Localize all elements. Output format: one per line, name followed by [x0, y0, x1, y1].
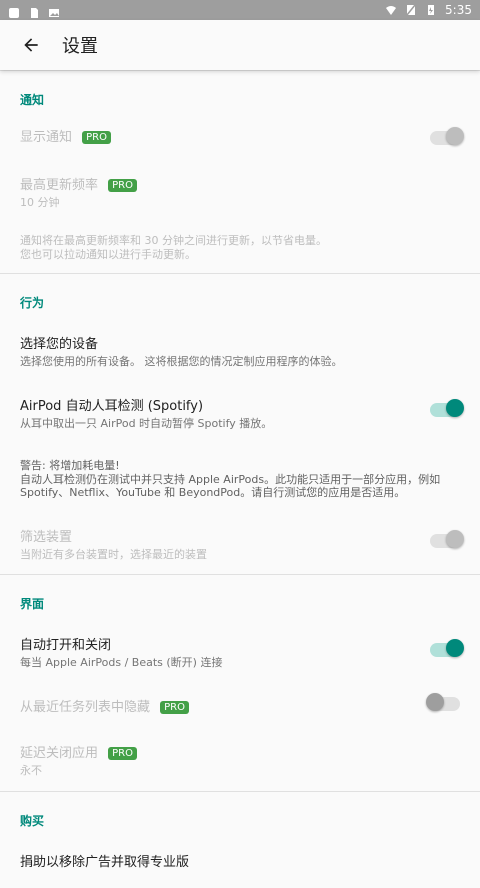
auto-open-close-title: 自动打开和关闭: [20, 637, 112, 653]
filter-device-title: 筛选装置: [20, 530, 73, 545]
section-purchase: 购买 捐助以移除广告并取得专业版: [0, 791, 480, 888]
ear-detection-subtitle: 从耳中取出一只 AirPod 时自动暂停 Spotify 播放。: [20, 417, 273, 430]
warning-line1: 警告: 将增加耗电量!: [20, 458, 120, 472]
auto-open-close-toggle[interactable]: [430, 638, 464, 657]
status-right: 5:35: [385, 3, 472, 17]
section-notifications: 通知 显示通知 PRO 最高更新频率 PRO 10 分钟 通知将在最高更新频率和…: [0, 70, 480, 273]
image-icon: [48, 4, 60, 17]
hide-recents-toggle[interactable]: [426, 692, 460, 711]
ear-detection-toggle[interactable]: [430, 398, 464, 417]
battery-icon: [425, 4, 437, 16]
app-bar: 设置: [0, 20, 480, 70]
section-header-purchase: 购买: [20, 814, 45, 829]
section-header-notifications: 通知: [20, 93, 45, 107]
delay-close-item[interactable]: 延迟关闭应用 PRO 永不: [0, 728, 480, 792]
auto-open-close-subtitle: 每当 Apple AirPods / Beats (断开) 连接: [20, 655, 223, 669]
ear-detection-warning: 警告: 将增加耗电量! 自动人耳检测仍在测试中并只支持 Apple AirPod…: [0, 441, 480, 508]
filter-device-subtitle: 当附近有多台装置时，选择最近的装置: [20, 548, 207, 561]
max-update-frequency-item[interactable]: 最高更新频率 PRO 10 分钟: [0, 160, 480, 220]
hide-recents-item[interactable]: 从最近任务列表中隐藏 PRO: [0, 680, 480, 728]
ear-detection-item[interactable]: AirPod 自动人耳检测 (Spotify) 从耳中取出一只 AirPod 时…: [0, 379, 480, 441]
show-notification-item[interactable]: 显示通知 PRO: [0, 116, 480, 160]
choose-device-item[interactable]: 选择您的设备 选择您使用的所有设备。 这将根据您的情况定制应用程序的体验。: [0, 319, 480, 379]
max-update-title: 最高更新频率: [20, 178, 99, 193]
hide-recents-title: 从最近任务列表中隐藏: [20, 699, 151, 715]
show-notification-title: 显示通知: [20, 130, 73, 145]
delay-close-value: 永不: [20, 763, 42, 777]
back-button[interactable]: [16, 30, 46, 60]
status-left-icons: [8, 4, 60, 18]
page-title: 设置: [62, 36, 98, 57]
sd-card-icon: [28, 4, 40, 18]
section-behavior: 行为 选择您的设备 选择您使用的所有设备。 这将根据您的情况定制应用程序的体验。…: [0, 273, 480, 574]
pro-badge: PRO: [160, 700, 190, 714]
status-time: 5:35: [445, 3, 472, 17]
ear-detection-title: AirPod 自动人耳检测 (Spotify): [20, 399, 204, 414]
filter-device-item[interactable]: 筛选装置 当附近有多台装置时，选择最近的装置: [0, 508, 480, 574]
pro-badge: PRO: [108, 746, 138, 760]
notification-note-line1: 通知将在最高更新频率和 30 分钟之间进行更新，以节省电量。: [20, 233, 327, 247]
notification-note-line2: 您也可以拉动通知以进行手动更新。: [20, 247, 196, 261]
show-notification-toggle[interactable]: [430, 127, 464, 145]
warning-line2: 自动人耳检测仍在测试中并只支持 Apple AirPods。此功能只适用于一部分…: [20, 472, 441, 500]
filter-device-toggle[interactable]: [430, 529, 464, 548]
wifi-icon: [385, 4, 397, 16]
notification-icon: [8, 4, 20, 18]
notification-note: 通知将在最高更新频率和 30 分钟之间进行更新，以节省电量。 您也可以拉动通知以…: [0, 220, 480, 274]
section-header-interface: 界面: [20, 596, 45, 611]
auto-open-close-item[interactable]: 自动打开和关闭 每当 Apple AirPods / Beats (断开) 连接: [0, 620, 480, 680]
section-header-behavior: 行为: [20, 296, 45, 311]
max-update-value: 10 分钟: [20, 196, 60, 209]
pro-badge: PRO: [108, 179, 138, 192]
section-interface: 界面 自动打开和关闭 每当 Apple AirPods / Beats (断开)…: [0, 573, 480, 792]
choose-device-subtitle: 选择您使用的所有设备。 这将根据您的情况定制应用程序的体验。: [20, 355, 343, 369]
pro-badge: PRO: [82, 131, 112, 144]
arrow-back-icon: [24, 38, 38, 52]
choose-device-title: 选择您的设备: [20, 337, 99, 353]
no-sim-icon: [405, 4, 417, 16]
status-bar: 5:35: [0, 0, 480, 20]
delay-close-title: 延迟关闭应用: [20, 745, 99, 761]
donate-pro-item[interactable]: 捐助以移除广告并取得专业版: [0, 837, 480, 888]
